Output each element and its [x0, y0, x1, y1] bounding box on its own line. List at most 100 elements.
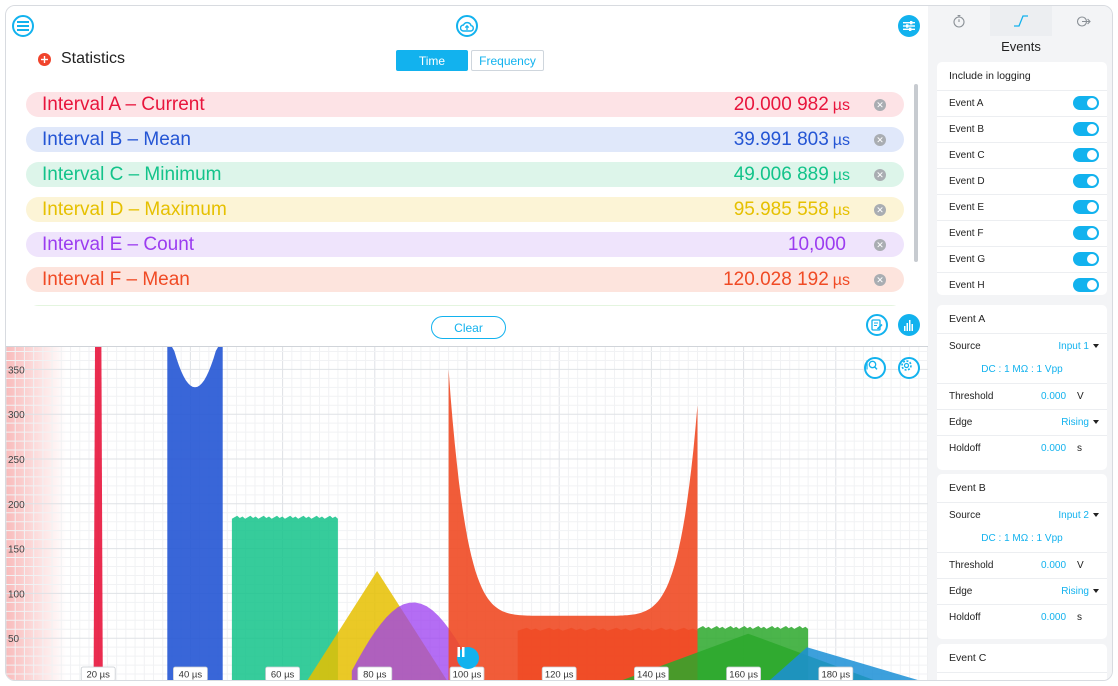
series-block [167, 347, 223, 680]
remove-stat-icon[interactable]: ✕ [874, 98, 886, 111]
logging-item-label: Event C [949, 149, 985, 161]
remove-stat-icon[interactable]: ✕ [874, 238, 886, 251]
threshold-value[interactable]: 0.000 [1041, 560, 1066, 571]
stat-row[interactable]: Interval F – Mean 120.028 192 µs ✕ [26, 267, 904, 292]
statistics-pane: Statistics Time Frequency Interval A – C… [6, 6, 928, 681]
stat-value: 95.985 558 µs [734, 199, 850, 221]
panel-tabs [928, 6, 1112, 36]
y-tick-label: 300 [8, 410, 25, 421]
gear-icon [901, 360, 912, 371]
holdoff-value[interactable]: 0.000 [1041, 443, 1066, 454]
x-tick: 120 µs [541, 666, 577, 681]
histogram-chart[interactable]: 50 100 150 200 250 300 350 20 µs 40 µs 60 µs 80 µs… [6, 346, 928, 681]
histogram-plot: 50 100 150 200 250 300 350 20 µs 40 µs 60 µs 80 µs… [6, 347, 928, 681]
x-tick: 60 µs [265, 666, 300, 681]
threshold-unit: V [1077, 390, 1084, 402]
menu-button[interactable] [12, 15, 34, 37]
stat-value: 39.991 803 µs [734, 129, 850, 151]
remove-stat-icon[interactable]: ✕ [874, 133, 886, 146]
stat-number: 39.991 803 [733, 128, 829, 150]
histogram-view-button[interactable] [898, 314, 920, 336]
pause-icon [457, 647, 465, 657]
clear-button[interactable]: Clear [431, 316, 506, 339]
remove-stat-icon[interactable]: ✕ [874, 168, 886, 181]
stat-label: Interval A – Current [42, 93, 205, 115]
stat-row[interactable]: Interval A – Current 20.000 982 µs ✕ [26, 92, 904, 117]
stat-row[interactable]: Interval C – Minimum 49.006 889 µs ✕ [26, 162, 904, 187]
logging-item: Event C [937, 142, 1107, 167]
input-config[interactable]: DC : 1 MΩ : 1 Vpp [937, 364, 1107, 375]
event-b-card: Event B Source Input 2 DC : 1 MΩ : 1 Vpp Thr… [937, 474, 1107, 639]
edge-select[interactable]: Rising [1061, 417, 1099, 428]
source-select[interactable]: Input 2 [1058, 510, 1099, 521]
stat-row[interactable]: Interval B – Mean 39.991 803 µs ✕ [26, 127, 904, 152]
stat-label: Interval D – Maximum [42, 198, 227, 220]
input-config[interactable]: DC : 1 MΩ : 1 Vpp [937, 533, 1107, 544]
stat-label: Interval E – Count [42, 233, 195, 255]
edge-label: Edge [949, 585, 973, 597]
stat-row[interactable] [26, 305, 904, 306]
logging-toggle[interactable] [1073, 122, 1099, 136]
logging-toggle[interactable] [1073, 278, 1099, 292]
stat-row[interactable]: Interval D – Maximum 95.985 558 µs ✕ [26, 197, 904, 222]
x-tick-label: 100 µs [453, 670, 482, 681]
source-select[interactable]: Input 3 [1058, 680, 1099, 681]
logging-toggle[interactable] [1073, 226, 1099, 240]
series-flat [231, 515, 338, 680]
add-statistic-button[interactable] [38, 52, 51, 66]
stat-label: Interval B – Mean [42, 128, 191, 150]
source-select[interactable]: Input 1 [1058, 341, 1099, 352]
x-tick: 100 µs [449, 666, 485, 681]
zoom-button[interactable] [864, 357, 886, 379]
edge-row: Edge Rising [937, 409, 1107, 434]
logging-item: Event G [937, 246, 1107, 271]
threshold-value[interactable]: 0.000 [1041, 391, 1066, 402]
logging-toggle[interactable] [1073, 252, 1099, 266]
threshold-label: Threshold [949, 559, 994, 571]
x-tick-label: 120 µs [545, 670, 574, 681]
statistics-title: Statistics [61, 50, 126, 67]
logging-toggle[interactable] [1073, 148, 1099, 162]
edit-notes-icon [871, 319, 883, 331]
upload-button[interactable] [456, 15, 478, 37]
statistics-scrollbar[interactable] [914, 84, 918, 262]
statistics-header: Statistics [38, 50, 125, 68]
tab-time[interactable]: Time [396, 50, 468, 71]
remove-stat-icon[interactable]: ✕ [874, 203, 886, 216]
stat-unit: µs [832, 201, 850, 219]
edge-label: Edge [949, 416, 973, 428]
logging-item: Event E [937, 194, 1107, 219]
settings-sliders-button[interactable] [898, 15, 920, 37]
stat-label: Interval C – Minimum [42, 163, 222, 185]
stat-label: Interval F – Mean [42, 268, 190, 290]
holdoff-unit: s [1077, 611, 1082, 623]
remove-stat-icon[interactable]: ✕ [874, 273, 886, 286]
stat-unit: µs [832, 96, 850, 114]
pause-button[interactable] [457, 647, 479, 669]
stopwatch-icon [953, 14, 965, 28]
chevron-down-icon [1093, 588, 1099, 593]
chart-settings-button[interactable] [898, 357, 920, 379]
threshold-row: Threshold 0.000 V [937, 383, 1107, 408]
holdoff-row: Holdoff 0.000 s [937, 435, 1107, 460]
x-tick-label: 60 µs [271, 670, 295, 681]
time-frequency-toggle: Time Frequency [396, 50, 544, 71]
y-tick-label: 350 [8, 365, 25, 376]
tab-export[interactable] [1052, 6, 1112, 36]
y-tick-label: 200 [8, 500, 25, 511]
edge-select[interactable]: Rising [1061, 586, 1099, 597]
tab-events[interactable] [990, 6, 1052, 36]
x-tick: 160 µs [726, 666, 761, 680]
notes-button[interactable] [866, 314, 888, 336]
events-panel: Events Include in logging Event A Event B… [928, 6, 1112, 681]
logging-toggle[interactable] [1073, 174, 1099, 188]
logging-toggle[interactable] [1073, 96, 1099, 110]
event-card-title: Event C [949, 652, 987, 664]
source-label: Source [949, 680, 981, 681]
logging-toggle[interactable] [1073, 200, 1099, 214]
tab-measurements[interactable] [928, 6, 990, 36]
holdoff-value[interactable]: 0.000 [1041, 612, 1066, 623]
stat-row[interactable]: Interval E – Count 10,000 ✕ [26, 232, 904, 257]
tab-frequency[interactable]: Frequency [471, 50, 544, 71]
stat-number: 120.028 192 [723, 268, 829, 290]
